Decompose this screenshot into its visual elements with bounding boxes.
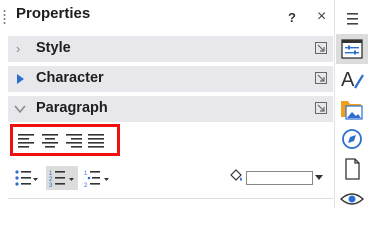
align-left-icon[interactable]: [18, 133, 36, 149]
background-color-swatch[interactable]: [246, 171, 313, 185]
menu-icon[interactable]: [338, 6, 366, 32]
properties-deck: Properties ? × › Style Character Paragra…: [0, 0, 334, 208]
sidebar-tabbar: A: [334, 0, 370, 208]
close-button[interactable]: ×: [317, 8, 326, 26]
align-right-icon[interactable]: [64, 133, 82, 149]
alignment-group: [10, 124, 120, 156]
more-options-icon[interactable]: [315, 102, 327, 114]
fill-bucket-icon[interactable]: [228, 168, 244, 184]
ordered-list-icon: 1 2 3: [49, 171, 74, 187]
chevron-down-icon[interactable]: [315, 175, 323, 181]
styles-icon[interactable]: A: [338, 66, 366, 92]
align-center-icon[interactable]: [41, 133, 59, 149]
justify-icon[interactable]: [87, 133, 105, 149]
section-character-label: Character: [36, 70, 104, 86]
properties-tab[interactable]: [336, 34, 368, 64]
svg-text:1: 1: [84, 171, 88, 177]
more-options-icon[interactable]: [315, 72, 327, 84]
gallery-icon[interactable]: [338, 96, 366, 122]
ordered-list-button[interactable]: 1 2 3: [46, 166, 78, 190]
chevron-right-icon: [17, 74, 24, 84]
section-style-label: Style: [36, 40, 71, 56]
properties-icon: [341, 39, 363, 59]
chevron-down-icon: [14, 105, 26, 114]
section-character[interactable]: Character: [8, 66, 333, 92]
page-icon[interactable]: [338, 156, 366, 182]
divider: [8, 198, 333, 199]
help-button[interactable]: ?: [288, 10, 296, 25]
svg-text:2: 2: [84, 183, 88, 187]
panel-title: Properties: [16, 5, 91, 22]
chevron-right-icon: ›: [16, 41, 21, 56]
section-paragraph[interactable]: Paragraph: [8, 96, 333, 122]
navigator-icon[interactable]: [338, 126, 366, 152]
section-paragraph-label: Paragraph: [36, 100, 108, 116]
accessibility-icon[interactable]: [338, 186, 366, 212]
unordered-list-icon[interactable]: [14, 169, 38, 187]
svg-text:3: 3: [49, 183, 53, 187]
svg-text:A: A: [341, 69, 355, 91]
grip-icon[interactable]: [3, 9, 6, 25]
section-style[interactable]: › Style: [8, 36, 333, 62]
outline-list-icon[interactable]: 1 2: [84, 169, 110, 187]
more-options-icon[interactable]: [315, 42, 327, 54]
